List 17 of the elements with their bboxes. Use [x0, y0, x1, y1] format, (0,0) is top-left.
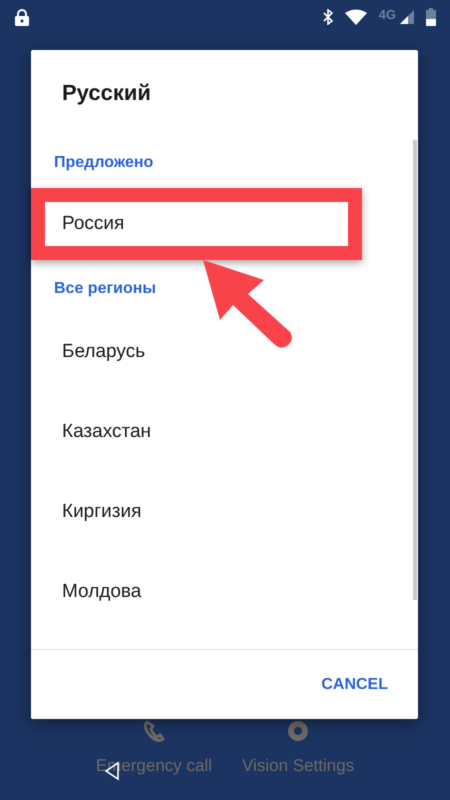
phone-icon	[142, 720, 165, 742]
region-item[interactable]: Киргизия	[62, 501, 142, 523]
region-item[interactable]: Молдова	[62, 581, 142, 603]
battery-icon	[426, 8, 436, 26]
network-type: 4G	[378, 6, 396, 22]
region-item[interactable]: Россия	[62, 213, 124, 235]
wifi-icon	[344, 9, 367, 25]
region-item[interactable]: Беларусь	[62, 341, 146, 363]
section-heading: Все регионы	[54, 280, 156, 298]
lock-icon	[15, 8, 29, 26]
section-heading: Предложено	[54, 154, 154, 172]
dialog-title: Русский	[61, 79, 152, 107]
region-item[interactable]: Казахстан	[62, 421, 152, 443]
eye-icon	[287, 720, 310, 742]
bluetooth-icon	[322, 9, 333, 25]
cancel-button[interactable]: CANCEL	[321, 670, 388, 700]
signal-icon	[400, 10, 414, 24]
